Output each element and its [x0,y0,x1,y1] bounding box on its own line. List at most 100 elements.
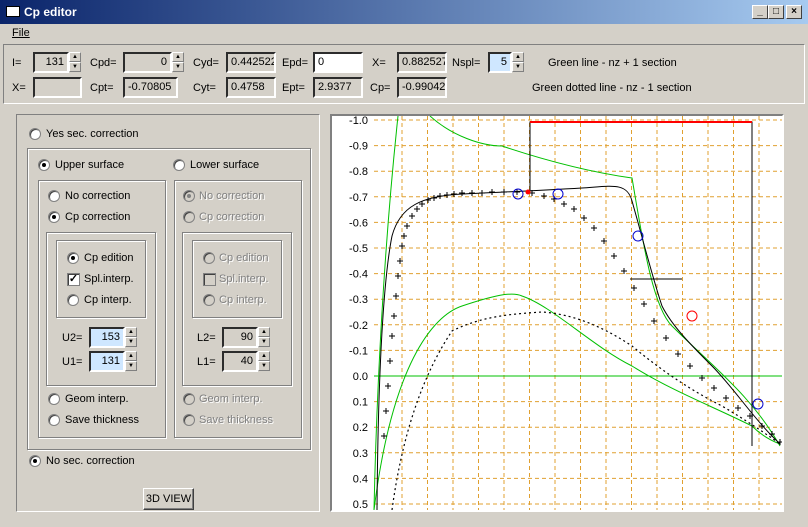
lower-cp-interp-label: Cp interp. [219,294,267,306]
u2-label: U2= [62,332,83,344]
l2-spinner[interactable]: ▲ ▼ [258,327,270,348]
cp-data-point [393,293,399,299]
y-tick-label: 0.2 [353,422,368,434]
l2-field[interactable]: 90 [222,327,258,348]
menu-file-label: File [12,27,30,39]
upper-surface-radio[interactable] [38,159,50,171]
cpt-field[interactable]: -0.70805 [123,77,178,98]
yes-sec-correction-radio[interactable] [29,128,41,140]
upper-cp-edition-radio[interactable] [67,252,79,264]
red-point-marker [525,189,531,195]
cpd-spinner[interactable]: ▲ ▼ [172,52,184,73]
3d-view-button[interactable]: 3D VIEW [143,488,194,510]
cp-data-point [479,190,485,196]
cp-upper-line [376,185,781,510]
y-tick-label: -0.9 [349,141,368,153]
cp-data-point [571,206,577,212]
close-button[interactable]: × [786,5,802,19]
no-sec-correction-label: No sec. correction [46,455,135,467]
u1-label: U1= [62,356,83,368]
cp-field[interactable]: -0.99042 [397,77,447,98]
cp-data-point [735,405,741,411]
upper-no-correction-radio[interactable] [48,190,60,202]
upper-cp-interp-radio[interactable] [67,294,79,306]
cp-data-point [425,197,431,203]
blue-circle-marker [512,188,524,200]
lower-surface-radio[interactable] [173,159,185,171]
cyd-label: Cyd= [193,57,219,69]
nspl-label: Nspl= [452,57,481,69]
i-label: I= [12,57,22,69]
no-sec-correction-radio[interactable] [29,455,41,467]
lower-geom-interp-radio[interactable] [183,393,195,405]
cp-lower-dotted-line [391,311,781,510]
lower-geom-interp-label: Geom interp. [199,393,263,405]
cp-data-point [641,301,647,307]
lower-no-correction-radio[interactable] [183,190,195,202]
minimize-button[interactable]: _ [752,5,768,19]
upper-spl-interp-checkbox[interactable]: ✓ [67,273,80,286]
l2-label: L2= [197,332,216,344]
lower-spl-interp-checkbox[interactable] [203,273,216,286]
cpt-label: Cpt= [90,82,114,94]
app-icon [6,6,20,17]
cp-data-point [561,201,567,207]
upper-cp-correction-label: Cp correction [65,211,131,223]
cp-data-point [651,318,657,324]
cp-data-point [675,351,681,357]
red-circle-marker [686,310,698,322]
cp-plot-svg[interactable]: -1.0 -0.9 -0.8 -0.7 -0.6 -0.5 -0.4 -0.3 -0.2 -0.1… [332,116,782,510]
upper-no-correction-label: No correction [65,190,131,202]
upper-cp-edition-label: Cp edition [84,252,134,264]
lower-save-thickness-radio[interactable] [183,414,195,426]
menu-file[interactable]: File [12,27,30,39]
i-spinner[interactable]: ▲ ▼ [69,52,81,73]
lower-cp-correction-radio[interactable] [183,211,195,223]
u2-spinner[interactable]: ▲ ▼ [125,327,137,348]
cp-data-point [383,408,389,414]
i-field[interactable]: 131 [33,52,69,73]
x1-field[interactable]: 0.882527 [397,52,447,73]
u2-field[interactable]: 153 [89,327,125,348]
lower-cp-interp-radio[interactable] [203,294,215,306]
upper-geom-interp-label: Geom interp. [65,393,129,405]
nspl-field[interactable]: 5 [488,52,512,73]
cpd-field[interactable]: 0 [123,52,172,73]
upper-geom-interp-radio[interactable] [48,393,60,405]
maximize-button[interactable]: □ [768,5,784,19]
y-tick-label: 0.1 [353,397,368,409]
cp-data-point [687,363,693,369]
cp-data-point [591,225,597,231]
title-bar [0,0,808,24]
upper-cp-correction-radio[interactable] [48,211,60,223]
epd-label: Epd= [282,57,308,69]
nspl-spinner[interactable]: ▲ ▼ [512,52,524,73]
cp-data-point [501,189,507,195]
lower-cp-edition-radio[interactable] [203,252,215,264]
y-tick-label: -0.2 [349,320,368,332]
upper-save-thickness-radio[interactable] [48,414,60,426]
cyd-field[interactable]: 0.442522 [226,52,276,73]
edit-region-box [529,121,753,446]
ept-label: Ept= [282,82,305,94]
cp-data-point [777,439,782,445]
l1-field[interactable]: 40 [222,351,258,372]
x1-label: X= [372,57,386,69]
cp-label: Cp= [370,82,391,94]
y-tick-label: -0.7 [349,192,368,204]
ept-field[interactable]: 2.9377 [313,77,363,98]
y-tick-label: 0.5 [353,499,368,510]
u1-field[interactable]: 131 [89,351,125,372]
x2-field[interactable] [33,77,82,98]
l1-spinner[interactable]: ▲ ▼ [258,351,270,372]
cp-data-point [581,215,587,221]
u1-spinner[interactable]: ▲ ▼ [125,351,137,372]
cp-data-point [387,358,393,364]
cp-data-point [541,193,547,199]
cp-plot[interactable]: -1.0 -0.9 -0.8 -0.7 -0.6 -0.5 -0.4 -0.3 -0.2 -0.1… [330,114,784,512]
y-tick-label: -0.3 [349,294,368,306]
y-tick-label: -0.8 [349,166,368,178]
epd-field[interactable]: 0 [313,52,363,73]
cyt-field[interactable]: 0.4758 [226,77,276,98]
upper-cp-interp-label: Cp interp. [84,294,132,306]
